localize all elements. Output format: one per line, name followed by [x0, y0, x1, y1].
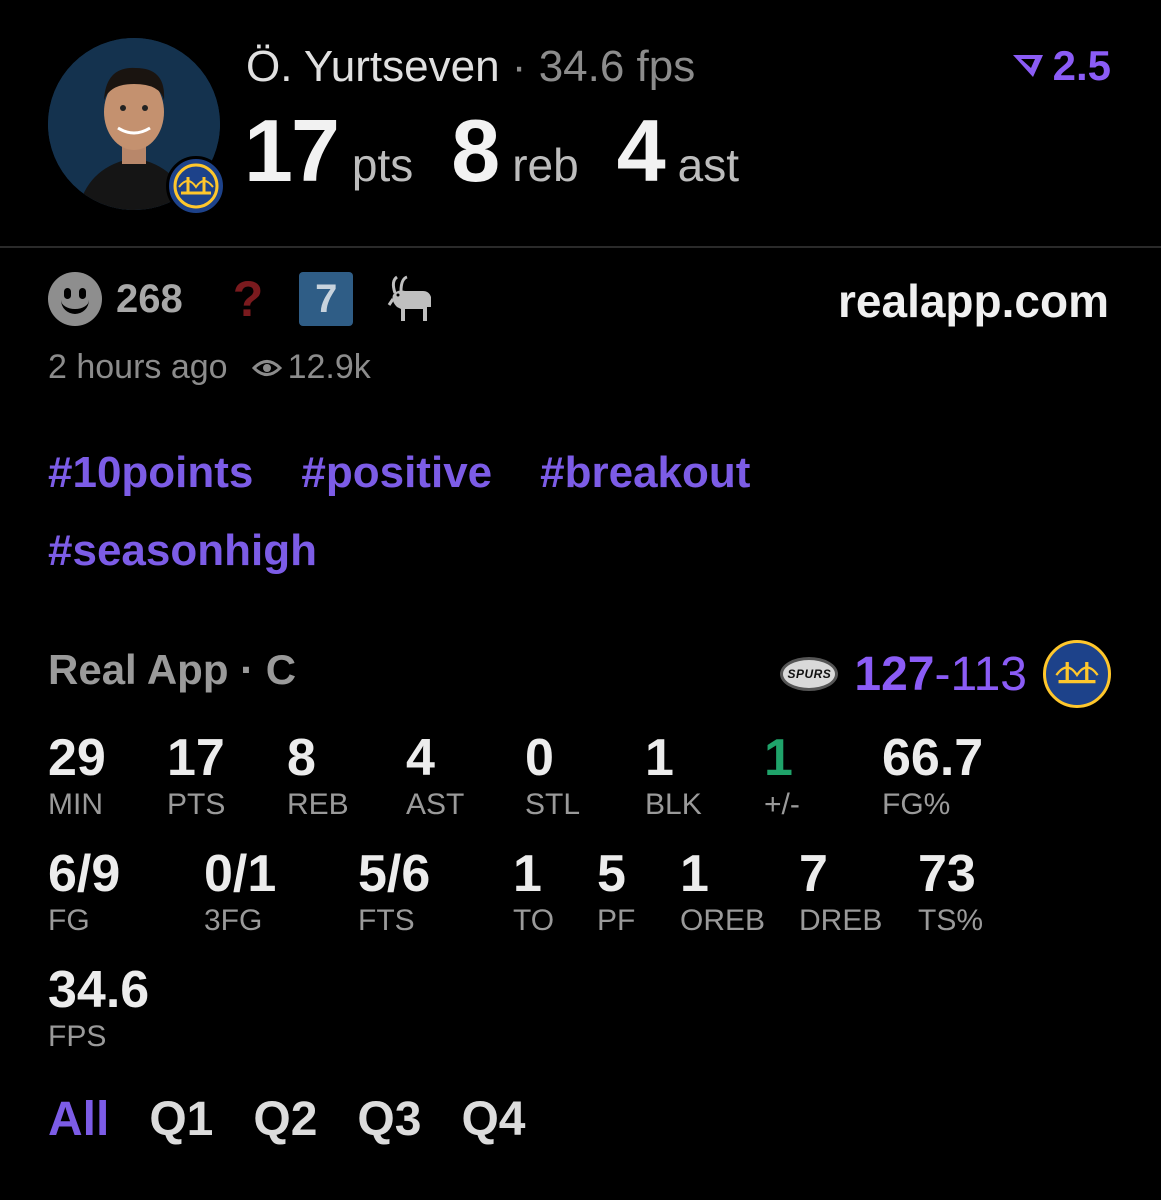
- stat-plus-minus: 1 +/-: [764, 730, 800, 822]
- stat-label: OREB: [680, 904, 766, 937]
- stat-label: REB: [287, 788, 349, 821]
- warriors-logo-icon: [1043, 640, 1111, 708]
- stat-label: FTS: [358, 904, 415, 937]
- rating-value: 2.5: [1052, 42, 1111, 89]
- stat-label: PTS: [167, 788, 226, 821]
- stat-fps: 34.6 FPS: [48, 962, 149, 1054]
- headline-statline: 17 pts 8 reb 4 ast: [244, 100, 777, 202]
- source-domain-link[interactable]: realapp.com: [838, 274, 1109, 328]
- stat-label: BLK: [645, 788, 702, 821]
- rating-arrow-icon: [1012, 55, 1043, 77]
- player-card: Ö. Yurtseven · 34.6 fps 2.5 17 pts 8 reb…: [0, 0, 1161, 1200]
- hashtag[interactable]: #positive: [301, 448, 492, 498]
- reactions-row: 268 ? 7: [48, 270, 439, 328]
- headline-rebounds-unit: reb: [512, 139, 579, 191]
- stat-label: DREB: [799, 904, 883, 937]
- team-logo-icon: [166, 156, 226, 216]
- stat-ts-pct: 73 TS%: [918, 846, 983, 938]
- stat-oreb: 1 OREB: [680, 846, 765, 938]
- question-reaction-icon[interactable]: ?: [233, 270, 264, 328]
- name-separator: ·: [511, 42, 527, 91]
- score-text: 127-113: [854, 647, 1027, 702]
- stat-label: MIN: [48, 788, 103, 821]
- tab-q2[interactable]: Q2: [253, 1092, 317, 1147]
- headline-points-unit: pts: [351, 139, 414, 191]
- stat-fg-pct: 66.7 FG%: [882, 730, 983, 822]
- stat-ast: 4 AST: [406, 730, 464, 822]
- stat-fts: 5/6 FTS: [358, 846, 430, 938]
- stat-value: 5: [597, 845, 626, 903]
- stat-value: 1: [513, 845, 542, 903]
- player-name-line: Ö. Yurtseven · 34.6 fps: [246, 42, 695, 92]
- stat-value: 34.6: [48, 961, 150, 1019]
- stat-fg: 6/9 FG: [48, 846, 120, 938]
- score-loser: 113: [950, 647, 1027, 701]
- score-dash: -: [934, 647, 951, 701]
- stat-3fg: 0/1 3FG: [204, 846, 276, 938]
- stat-stl: 0 STL: [525, 730, 580, 822]
- stat-value: 1: [680, 845, 709, 903]
- number-seven-reaction-icon[interactable]: 7: [299, 272, 354, 326]
- stat-value: 0/1: [204, 845, 277, 903]
- stat-value: 0: [525, 729, 554, 787]
- tab-q4[interactable]: Q4: [461, 1092, 525, 1147]
- stat-label: FG: [48, 904, 90, 937]
- player-rating[interactable]: 2.5: [1011, 42, 1111, 90]
- player-name[interactable]: Ö. Yurtseven: [246, 42, 500, 91]
- tab-q1[interactable]: Q1: [149, 1092, 213, 1147]
- stat-min: 29 MIN: [48, 730, 106, 822]
- stat-blk: 1 BLK: [645, 730, 702, 822]
- quarter-tabs: All Q1 Q2 Q3 Q4: [48, 1092, 525, 1147]
- stat-label: +/-: [764, 788, 800, 821]
- headline-rebounds-value: 8: [451, 101, 500, 200]
- stat-value: 73: [918, 845, 976, 903]
- spurs-logo-icon: SPURS: [780, 657, 839, 691]
- hashtag[interactable]: #seasonhigh: [48, 526, 317, 576]
- eye-icon: [251, 359, 282, 376]
- headline-assists-unit: ast: [677, 139, 740, 191]
- stat-value: 1: [764, 729, 793, 787]
- stat-value: 6/9: [48, 845, 121, 903]
- reaction-count: 268: [116, 276, 183, 321]
- player-fps: 34.6 fps: [538, 42, 696, 91]
- stat-pf: 5 PF: [597, 846, 635, 938]
- stat-label: TS%: [918, 904, 984, 937]
- stat-pts: 17 PTS: [167, 730, 225, 822]
- stat-reb: 8 REB: [287, 730, 349, 822]
- stat-value: 7: [799, 845, 828, 903]
- post-meta: 2 hours ago 12.9k: [48, 348, 371, 387]
- stat-label: 3FG: [204, 904, 263, 937]
- hashtag-list: #10points #positive #breakout #seasonhig…: [48, 448, 948, 576]
- stat-value: 1: [645, 729, 674, 787]
- stat-value: 5/6: [358, 845, 431, 903]
- stat-to: 1 TO: [513, 846, 554, 938]
- stat-value: 66.7: [882, 729, 984, 787]
- goat-reaction-icon[interactable]: [383, 271, 439, 327]
- smiley-reaction-icon[interactable]: [48, 272, 102, 326]
- post-time: 2 hours ago: [48, 348, 228, 386]
- stat-dreb: 7 DREB: [799, 846, 882, 938]
- view-count-value: 12.9k: [287, 348, 371, 386]
- headline-points-value: 17: [244, 101, 340, 200]
- stat-label: FPS: [48, 1020, 107, 1053]
- header-divider: [0, 246, 1161, 248]
- hashtag[interactable]: #10points: [48, 448, 253, 498]
- stat-label: AST: [406, 788, 465, 821]
- view-count: 12.9k: [251, 348, 371, 387]
- stat-label: FG%: [882, 788, 951, 821]
- stat-value: 8: [287, 729, 316, 787]
- stat-value: 4: [406, 729, 435, 787]
- stat-value: 29: [48, 729, 106, 787]
- stat-label: TO: [513, 904, 555, 937]
- game-score[interactable]: SPURS 127-113: [780, 640, 1111, 708]
- headline-assists-value: 4: [616, 101, 666, 200]
- tab-q3[interactable]: Q3: [357, 1092, 421, 1147]
- score-winner: 127: [854, 647, 935, 701]
- stat-label: STL: [525, 788, 581, 821]
- stat-label: PF: [597, 904, 636, 937]
- game-label: Real App · C: [48, 646, 297, 693]
- hashtag[interactable]: #breakout: [540, 448, 750, 498]
- tab-all[interactable]: All: [48, 1092, 109, 1147]
- stat-value: 17: [167, 729, 225, 787]
